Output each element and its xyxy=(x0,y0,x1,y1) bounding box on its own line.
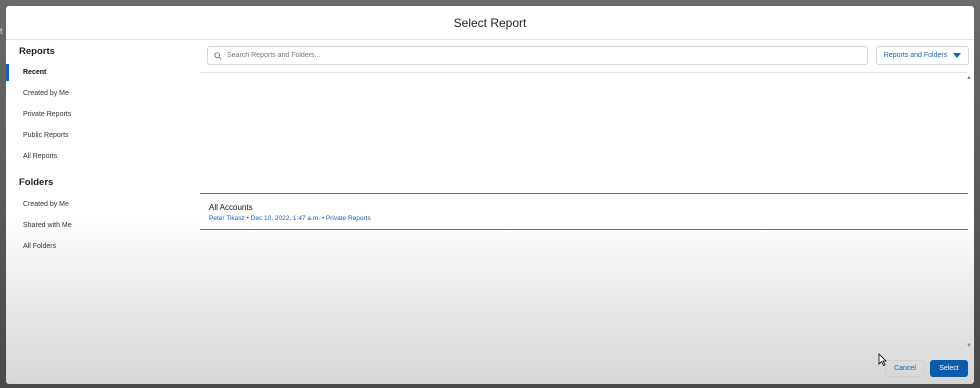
mouse-cursor-icon xyxy=(878,353,887,366)
sidebar-item-folders-created-by-me[interactable]: Created by Me xyxy=(6,194,196,215)
sidebar-item-all-folders[interactable]: All Folders xyxy=(6,236,196,257)
search-icon xyxy=(214,51,222,60)
select-report-modal: Select Report Reports Recent Created by … xyxy=(6,6,974,384)
report-row[interactable]: All Accounts Peter Tikasz • Dec 10, 2022… xyxy=(200,193,968,230)
sidebar: Reports Recent Created by Me Private Rep… xyxy=(6,44,196,257)
background-fragment: t xyxy=(0,26,3,36)
reports-and-folders-dropdown[interactable]: Reports and Folders xyxy=(876,46,969,65)
report-name: All Accounts xyxy=(209,203,253,212)
select-button[interactable]: Select xyxy=(930,360,968,377)
sidebar-item-recent[interactable]: Recent xyxy=(6,62,196,83)
scroll-up-icon[interactable]: ▲ xyxy=(966,75,972,81)
sidebar-item-public-reports[interactable]: Public Reports xyxy=(6,125,196,146)
sidebar-item-created-by-me[interactable]: Created by Me xyxy=(6,83,196,104)
caret-down-icon xyxy=(953,53,962,58)
cancel-button[interactable]: Cancel xyxy=(885,360,925,377)
sidebar-item-all-reports[interactable]: All Reports xyxy=(6,146,196,167)
dropdown-label: Reports and Folders xyxy=(883,52,948,59)
modal-header: Select Report xyxy=(6,6,974,40)
folders-heading: Folders xyxy=(19,177,54,188)
sidebar-item-shared-with-me[interactable]: Shared with Me xyxy=(6,215,196,236)
reports-heading: Reports xyxy=(19,46,55,57)
search-input[interactable] xyxy=(227,52,867,59)
modal-title: Select Report xyxy=(453,15,527,30)
sidebar-item-private-reports[interactable]: Private Reports xyxy=(6,104,196,125)
search-box[interactable] xyxy=(207,46,868,65)
scroll-down-icon[interactable]: ▼ xyxy=(966,343,972,349)
report-meta: Peter Tikasz • Dec 10, 2022, 1:47 a.m. •… xyxy=(209,215,371,222)
